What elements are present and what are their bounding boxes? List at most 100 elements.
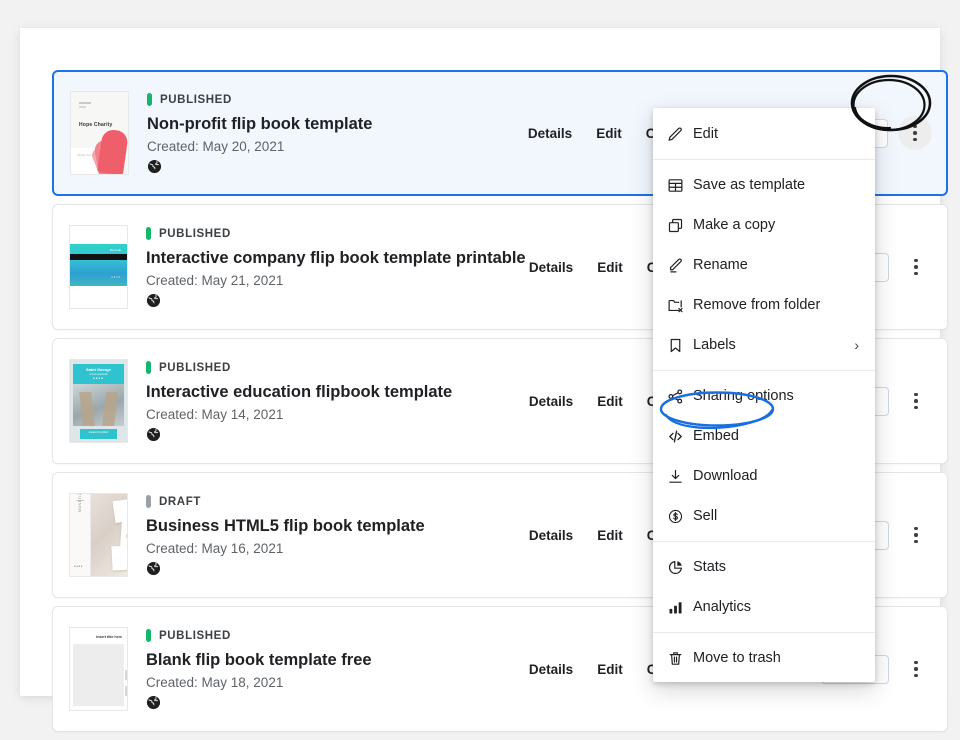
menu-item-save-as-template[interactable]: Save as template — [653, 165, 875, 205]
menu-item-label: Move to trash — [693, 650, 859, 666]
menu-item-label: Rename — [693, 257, 859, 273]
menu-separator — [653, 541, 875, 542]
document-thumbnail[interactable]: Hope Charity charity foundation — [70, 91, 129, 175]
status-bar-icon — [146, 227, 151, 240]
document-thumbnail[interactable]: flip book•••• — [69, 225, 128, 309]
copy-icon — [667, 217, 693, 234]
chevron-right-icon: › — [854, 337, 859, 353]
more-options-button[interactable] — [899, 518, 933, 552]
status-bar-icon — [146, 495, 151, 508]
download-icon — [667, 468, 693, 485]
folder-remove-icon — [667, 297, 693, 314]
globe-icon — [146, 561, 161, 576]
details-link[interactable]: Details — [517, 656, 585, 683]
menu-item-label: Embed — [693, 428, 859, 444]
edit-link[interactable]: Edit — [585, 522, 635, 549]
document-thumbnail[interactable]: Saint George school yearbook •••• previe… — [69, 359, 128, 443]
details-link[interactable]: Details — [516, 120, 584, 147]
status-badge: DRAFT — [146, 495, 507, 509]
menu-item-label: Save as template — [693, 177, 859, 193]
globe-icon — [147, 159, 162, 174]
thumb-title: MONETIZE&M — [78, 493, 82, 512]
document-info: PUBLISHED Non-profit flip book template … — [147, 93, 516, 174]
edit-link[interactable]: Edit — [585, 388, 635, 415]
status-badge: PUBLISHED — [146, 629, 507, 643]
menu-item-label: Download — [693, 468, 859, 484]
status-label: PUBLISHED — [159, 630, 231, 642]
details-link[interactable]: Details — [517, 522, 585, 549]
status-bar-icon — [146, 361, 151, 374]
edit-link[interactable]: Edit — [584, 120, 634, 147]
menu-item-label: Edit — [693, 126, 859, 142]
pie-chart-icon — [667, 559, 693, 576]
hope-charity-cover: Hope Charity charity foundation — [71, 92, 128, 174]
menu-item-label: Stats — [693, 559, 859, 575]
thumb-title: Saint George — [73, 367, 124, 372]
menu-item-make-a-copy[interactable]: Make a copy — [653, 205, 875, 245]
menu-separator — [653, 159, 875, 160]
menu-item-label: Sell — [693, 508, 859, 524]
menu-item-labels[interactable]: Labels › — [653, 325, 875, 365]
details-link[interactable]: Details — [517, 388, 585, 415]
status-label: PUBLISHED — [160, 94, 232, 106]
menu-item-label: Sharing options — [693, 388, 859, 404]
menu-item-label: Make a copy — [693, 217, 859, 233]
menu-item-label: Labels — [693, 337, 854, 353]
document-created: Created: May 14, 2021 — [146, 406, 507, 424]
menu-item-download[interactable]: Download — [653, 456, 875, 496]
menu-separator — [653, 370, 875, 371]
document-created: Created: May 18, 2021 — [146, 674, 507, 692]
status-label: DRAFT — [159, 496, 201, 508]
document-title: Interactive education flipbook template — [146, 382, 507, 402]
context-menu: Edit Save as template Make a copy Rename… — [653, 108, 875, 682]
saint-george-cover: Saint George school yearbook •••• previe… — [70, 360, 127, 442]
table-icon — [667, 177, 693, 194]
blank-cover: insert title here — [70, 628, 127, 710]
status-label: PUBLISHED — [159, 228, 231, 240]
globe-icon — [146, 427, 161, 442]
menu-item-embed[interactable]: Embed — [653, 416, 875, 456]
edit-link[interactable]: Edit — [585, 254, 635, 281]
bar-chart-icon — [667, 599, 693, 616]
document-title: Blank flip book template free — [146, 650, 507, 670]
document-title: Non-profit flip book template — [147, 114, 506, 134]
document-thumbnail[interactable]: insert title here — [69, 627, 128, 711]
details-link[interactable]: Details — [517, 254, 585, 281]
menu-item-analytics[interactable]: Analytics — [653, 587, 875, 627]
code-icon — [667, 428, 693, 445]
more-options-button[interactable] — [899, 250, 933, 284]
menu-item-remove-from-folder[interactable]: Remove from folder — [653, 285, 875, 325]
menu-item-stats[interactable]: Stats — [653, 547, 875, 587]
document-title: Interactive company flip book template p… — [146, 248, 507, 268]
status-badge: PUBLISHED — [146, 227, 507, 241]
document-thumbnail[interactable]: MONETIZE&M •••• — [69, 493, 128, 577]
bookmark-icon — [667, 337, 693, 354]
rename-pencil-icon — [667, 257, 693, 274]
document-info: PUBLISHED Interactive company flip book … — [146, 227, 517, 308]
more-options-button[interactable] — [899, 652, 933, 686]
more-options-button[interactable] — [898, 116, 932, 150]
company-cover: flip book•••• — [70, 226, 127, 308]
globe-icon — [146, 695, 161, 710]
menu-item-move-to-trash[interactable]: Move to trash — [653, 638, 875, 678]
menu-item-rename[interactable]: Rename — [653, 245, 875, 285]
dollar-circle-icon — [667, 508, 693, 525]
document-info: DRAFT Business HTML5 flip book template … — [146, 495, 517, 576]
document-created: Created: May 21, 2021 — [146, 272, 507, 290]
trash-icon — [667, 650, 693, 667]
edit-link[interactable]: Edit — [585, 656, 635, 683]
menu-item-sell[interactable]: Sell — [653, 496, 875, 536]
status-badge: PUBLISHED — [146, 361, 507, 375]
thumb-title: insert title here — [96, 635, 122, 639]
more-options-button[interactable] — [899, 384, 933, 418]
globe-icon — [146, 293, 161, 308]
menu-item-sharing-options[interactable]: Sharing options — [653, 376, 875, 416]
business-cover: MONETIZE&M •••• — [70, 494, 127, 576]
menu-item-label: Remove from folder — [693, 297, 859, 313]
menu-separator — [653, 632, 875, 633]
status-bar-icon — [146, 629, 151, 642]
pencil-icon — [667, 126, 693, 143]
menu-item-edit[interactable]: Edit — [653, 114, 875, 154]
thumb-title: Hope Charity — [79, 122, 113, 128]
menu-item-label: Analytics — [693, 599, 859, 615]
